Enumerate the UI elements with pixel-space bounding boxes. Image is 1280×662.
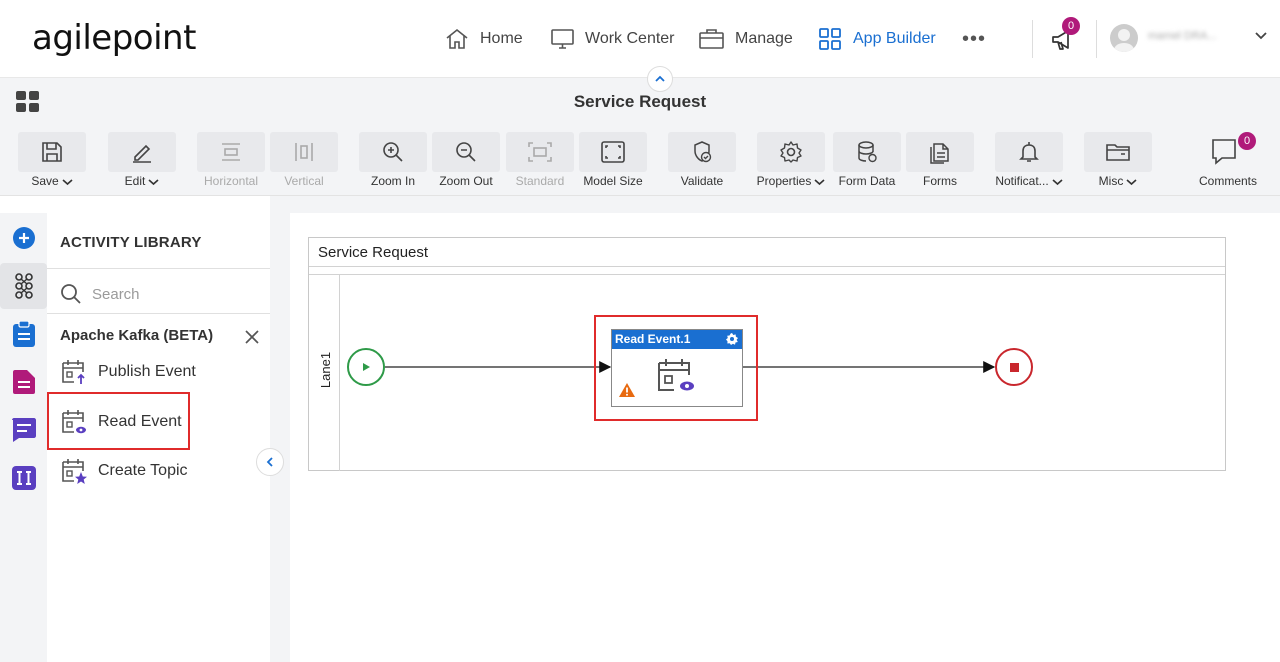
gear-icon[interactable] (725, 332, 739, 351)
nav-divider (1096, 20, 1097, 58)
comments-badge: 0 (1238, 132, 1256, 150)
title-bar: Service Request (0, 78, 1280, 124)
zoom-out-icon (456, 142, 476, 162)
divider (309, 274, 1225, 275)
activity-node-title: Read Event.1 (612, 330, 742, 349)
standard-size-icon (528, 142, 552, 162)
activity-label: Publish Event (98, 363, 196, 380)
gear-icon (780, 141, 802, 163)
close-icon[interactable] (245, 330, 259, 349)
create-topic-icon (62, 459, 87, 484)
read-event-activity-node[interactable]: Read Event.1 (611, 329, 743, 407)
home-icon (446, 28, 468, 49)
start-event[interactable] (347, 348, 385, 386)
collapse-library-button[interactable] (256, 448, 284, 476)
vertical-layout-icon (295, 143, 313, 161)
divider (47, 313, 270, 314)
comment-icon (1212, 139, 1236, 165)
lane-label[interactable]: Lane1 (305, 352, 345, 388)
integration-icon[interactable] (11, 465, 37, 491)
search-icon (61, 284, 81, 304)
horizontal-layout-icon (222, 143, 240, 161)
folder-icon (1106, 144, 1130, 161)
form-document-icon[interactable] (11, 369, 37, 395)
message-icon[interactable] (11, 417, 37, 443)
pencil-icon (133, 144, 151, 163)
category-title: Apache Kafka (BETA) (60, 327, 214, 344)
page-title: Service Request (573, 92, 707, 111)
edit-label: Edit (124, 174, 146, 188)
nav-divider (1032, 20, 1033, 58)
save-label: Save (31, 174, 59, 188)
model-size-icon (601, 141, 625, 163)
activity-create-topic[interactable]: Create Topic (60, 456, 188, 486)
clipboard-icon[interactable] (11, 321, 37, 347)
vertical-label: Vertical (284, 174, 324, 188)
divider (309, 266, 1225, 267)
forms-label: Forms (923, 174, 957, 188)
toolbar: Save Edit Horizontal Vertical Zoom In Zo… (0, 124, 1280, 196)
publish-event-icon (62, 360, 85, 384)
validate-label: Validate (680, 174, 724, 188)
floppy-disk-icon (42, 142, 62, 162)
nav-manage[interactable]: Manage (698, 24, 793, 54)
chevron-down-icon (1126, 179, 1137, 185)
user-name[interactable]: mamel DRA... (1148, 30, 1240, 44)
notifications-label: Notificat... (995, 174, 1049, 188)
nav-home[interactable]: Home (444, 24, 523, 54)
validate-icon (694, 141, 712, 163)
grid-icon (819, 28, 841, 50)
activity-label: Create Topic (98, 462, 188, 479)
briefcase-icon (699, 29, 724, 49)
nav-work-center[interactable]: Work Center (550, 24, 675, 54)
library-heading: ACTIVITY LIBRARY (60, 234, 202, 251)
chevron-up-icon (655, 75, 665, 82)
stop-icon (1009, 362, 1019, 372)
pool[interactable]: Service Request Lane1 (308, 237, 1226, 471)
read-event-icon (656, 357, 698, 400)
library-search (60, 283, 242, 305)
top-navigation-bar: agilepoint Home Work Center Manage App B… (0, 0, 1280, 78)
end-event[interactable] (995, 348, 1033, 386)
warning-icon[interactable] (618, 382, 636, 403)
zoom-in-icon (383, 142, 403, 162)
nav-home-label: Home (480, 30, 523, 47)
chevron-down-icon[interactable] (1254, 28, 1268, 47)
properties-label: Properties (756, 174, 812, 188)
divider (47, 268, 270, 269)
nav-manage-label: Manage (735, 30, 793, 47)
database-icon (858, 141, 877, 163)
agilepoint-logo[interactable]: agilepoint (32, 18, 196, 58)
read-event-highlight (47, 392, 190, 450)
nav-work-center-label: Work Center (585, 30, 675, 47)
comments-label: Comments (1198, 174, 1257, 188)
avatar[interactable] (1110, 24, 1138, 52)
play-icon (363, 363, 370, 371)
notification-badge: 0 (1062, 17, 1080, 35)
left-rail (0, 213, 47, 662)
chevron-left-icon (266, 457, 273, 467)
more-menu-icon[interactable]: ••• (962, 28, 986, 51)
activity-publish-event[interactable]: Publish Event (60, 357, 196, 387)
chevron-down-icon (148, 179, 159, 185)
misc-label: Misc (1098, 174, 1124, 188)
search-input[interactable] (92, 285, 242, 303)
forms-icon (930, 143, 949, 164)
monitor-icon (551, 29, 574, 49)
bell-icon (1019, 142, 1039, 162)
chevron-down-icon (1052, 179, 1063, 185)
nav-app-builder-label: App Builder (853, 30, 936, 47)
activity-library-tab[interactable] (0, 263, 47, 309)
model-size-label: Model Size (583, 174, 643, 188)
nav-app-builder[interactable]: App Builder (818, 24, 936, 54)
add-icon[interactable] (11, 225, 37, 251)
chevron-down-icon (62, 179, 73, 185)
pool-title: Service Request (318, 244, 429, 261)
workflow-icon (14, 273, 33, 299)
collapse-header-button[interactable] (647, 66, 673, 92)
